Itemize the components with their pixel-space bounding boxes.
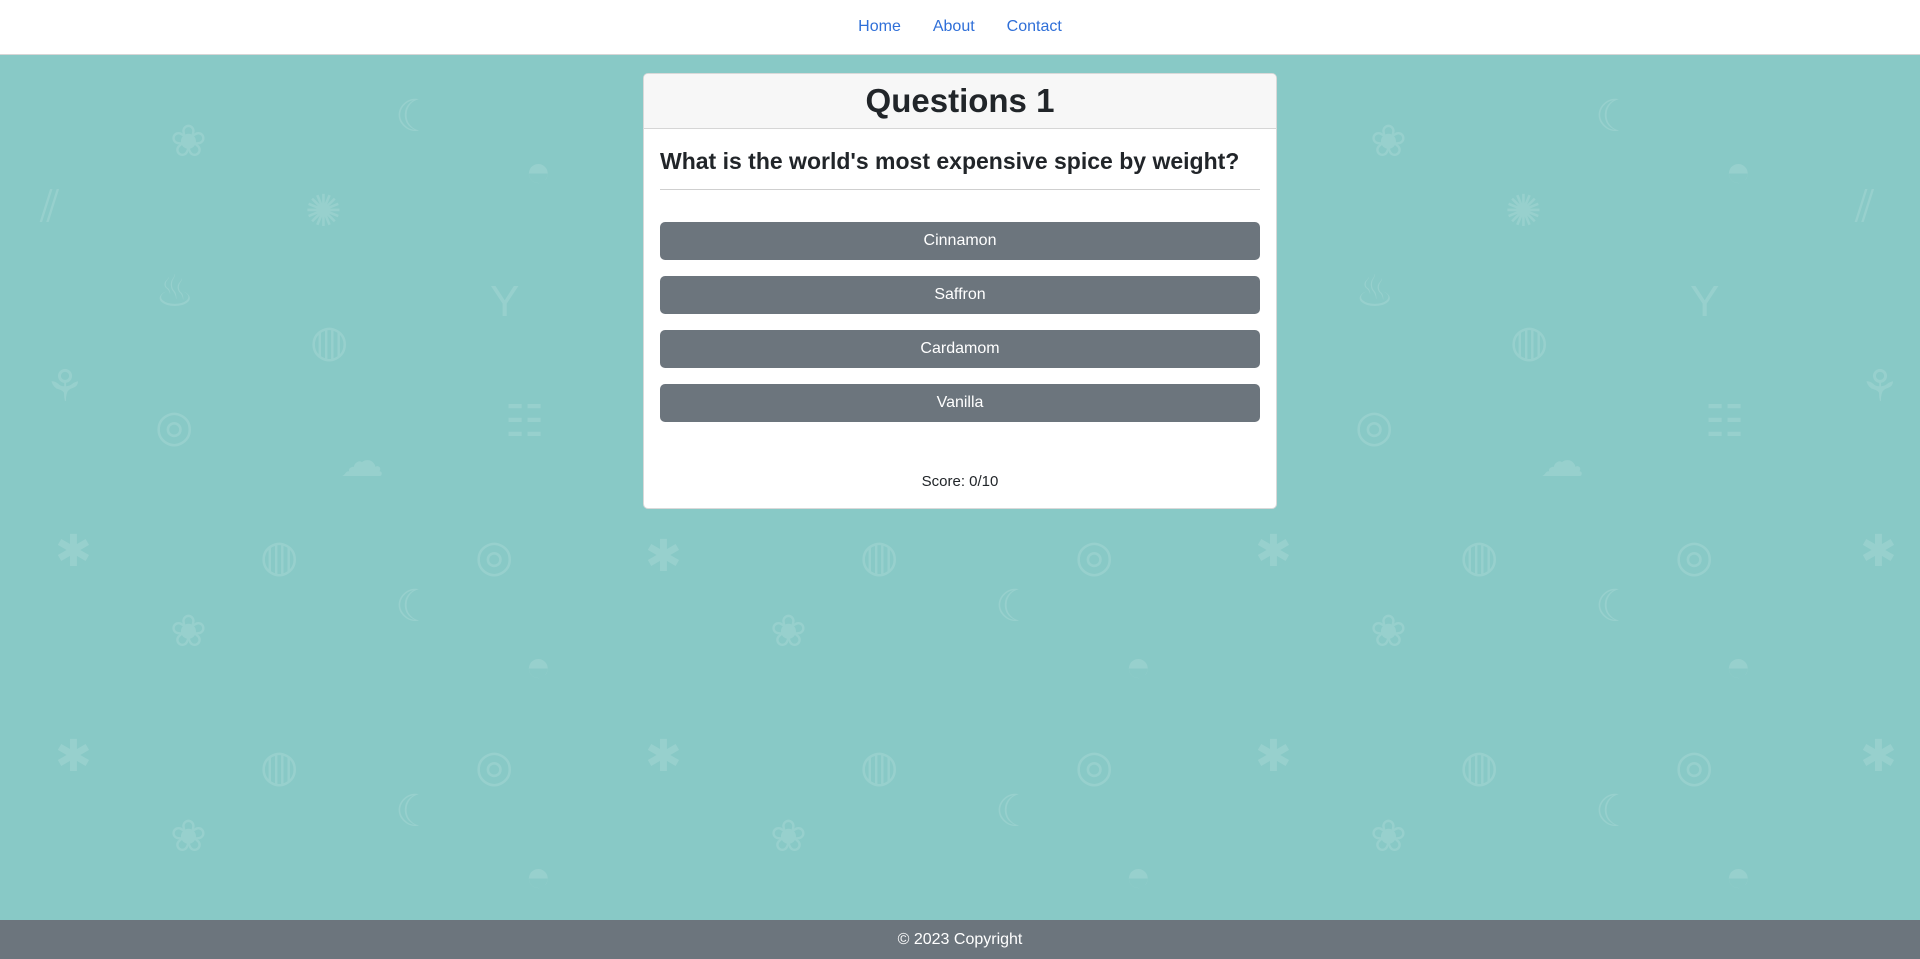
question-text: What is the world's most expensive spice… [660,129,1260,190]
watermelon-icon: ◍ [260,742,299,791]
pie-icon: ◓ [525,147,552,196]
banana-icon: ☾ [1595,787,1635,836]
broccoli-icon: ☁ [1540,437,1584,486]
sushi-icon: ◎ [155,402,194,451]
top-navbar: Home About Contact [0,0,1920,55]
watermelon-icon: ◍ [860,532,899,581]
pineapple-icon: ✱ [1860,732,1897,781]
donut-icon: ◎ [1675,742,1714,791]
quiz-card-body: What is the world's most expensive spice… [644,129,1276,422]
nav-link-about[interactable]: About [917,18,991,36]
nav-link-home[interactable]: Home [842,18,917,36]
banana-icon: ☾ [995,582,1035,631]
quiz-card-title: Questions 1 [644,74,1276,129]
pie-icon: ◓ [525,642,552,691]
answer-button-cardamom[interactable]: Cardamom [660,330,1260,368]
grapes-icon: ❀ [770,812,807,861]
grapes-icon: ❀ [770,607,807,656]
quiz-card: Questions 1 What is the world's most exp… [643,73,1277,509]
pineapple-icon: ✱ [645,532,682,581]
donut-icon: ◎ [1075,742,1114,791]
grapes-icon: ❀ [170,812,207,861]
pineapple-icon: ✱ [1255,527,1292,576]
cherry-icon: ⚘ [1860,362,1900,411]
grill-icon: ☷ [505,397,545,446]
pie-icon: ◓ [1725,852,1752,901]
watermelon-icon: ◍ [1460,532,1499,581]
banana-icon: ☾ [395,92,435,141]
chicken-icon: ♨ [1355,267,1395,316]
answer-button-cinnamon[interactable]: Cinnamon [660,222,1260,260]
donut-icon: ◎ [475,742,514,791]
celery-icon: ⫽ [1855,182,1875,231]
grill-icon: ☷ [1705,397,1745,446]
melon-icon: ◍ [1510,317,1549,366]
watermelon-icon: ◍ [260,532,299,581]
answer-list: Cinnamon Saffron Cardamom Vanilla [660,222,1260,422]
copyright-text: © 2023 Copyright [897,930,1023,948]
donut-icon: ◎ [1675,532,1714,581]
watermelon-icon: ◍ [1460,742,1499,791]
watermelon-icon: ◍ [860,742,899,791]
citrus-icon: ✺ [305,187,342,236]
banana-icon: ☾ [1595,92,1635,141]
grapes-icon: ❀ [1370,812,1407,861]
pineapple-icon: ✱ [645,732,682,781]
banana-icon: ☾ [395,787,435,836]
donut-icon: ◎ [475,532,514,581]
grapes-icon: ❀ [170,607,207,656]
citrus-icon: ✺ [1505,187,1542,236]
melon-icon: ◍ [310,317,349,366]
answer-button-vanilla[interactable]: Vanilla [660,384,1260,422]
cherry-icon: ⚘ [45,362,85,411]
pie-icon: ◓ [1725,642,1752,691]
banana-icon: ☾ [395,582,435,631]
footer: © 2023 Copyright [0,920,1920,959]
pineapple-icon: ✱ [1255,732,1292,781]
pie-icon: ◓ [525,852,552,901]
pie-icon: ◓ [1125,642,1152,691]
pie-icon: ◓ [1725,147,1752,196]
score-text: Score: 0/10 [921,473,999,490]
pineapple-icon: ✱ [55,732,92,781]
broccoli-icon: ☁ [340,437,384,486]
chicken-icon: ♨ [155,267,195,316]
nav-link-contact[interactable]: Contact [991,18,1078,36]
celery-icon: ⫽ [40,182,60,231]
banana-icon: ☾ [1595,582,1635,631]
cocktail-icon: Y [490,277,520,326]
answer-button-saffron[interactable]: Saffron [660,276,1260,314]
cocktail-icon: Y [1690,277,1720,326]
grapes-icon: ❀ [1370,117,1407,166]
sushi-icon: ◎ [1355,402,1394,451]
donut-icon: ◎ [1075,532,1114,581]
pineapple-icon: ✱ [55,527,92,576]
pie-icon: ◓ [1125,852,1152,901]
grapes-icon: ❀ [170,117,207,166]
grapes-icon: ❀ [1370,607,1407,656]
pineapple-icon: ✱ [1860,527,1897,576]
banana-icon: ☾ [995,787,1035,836]
